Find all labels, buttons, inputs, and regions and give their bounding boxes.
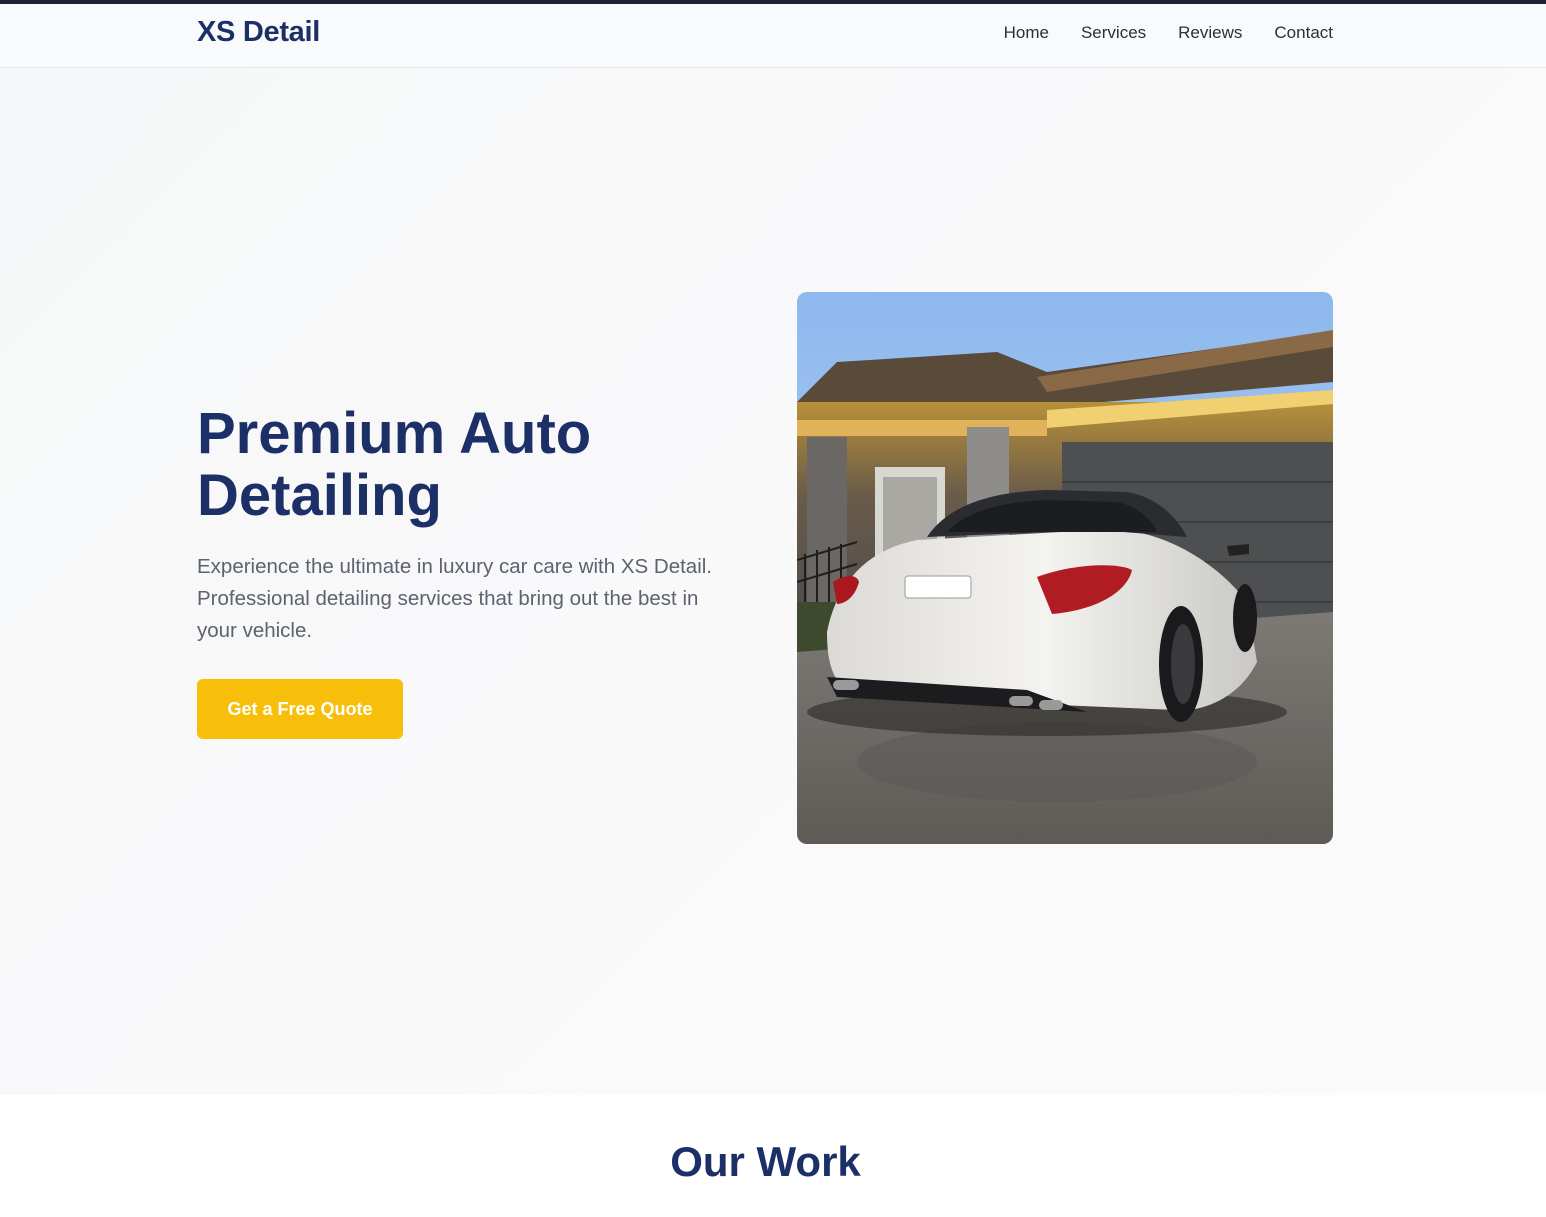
hero-title: Premium Auto Detailing: [197, 401, 592, 528]
nav-link-reviews[interactable]: Reviews: [1178, 23, 1242, 43]
our-work-heading: Our Work: [670, 1138, 861, 1185]
get-quote-button[interactable]: Get a Free Quote: [197, 679, 403, 739]
hero-car-image: [797, 292, 1333, 844]
site-header: XS Detail Home Services Reviews Contact: [0, 4, 1546, 68]
main-nav: Home Services Reviews Contact: [1004, 23, 1333, 43]
nav-link-home[interactable]: Home: [1004, 23, 1049, 43]
nav-link-contact[interactable]: Contact: [1274, 23, 1333, 43]
nav-link-services[interactable]: Services: [1081, 23, 1146, 43]
hero-section: Premium Auto Detailing Experience the ul…: [0, 68, 1546, 1095]
hero-subtitle: Experience the ultimate in luxury car ca…: [197, 555, 713, 642]
brand-logo[interactable]: XS Detail: [197, 16, 320, 49]
